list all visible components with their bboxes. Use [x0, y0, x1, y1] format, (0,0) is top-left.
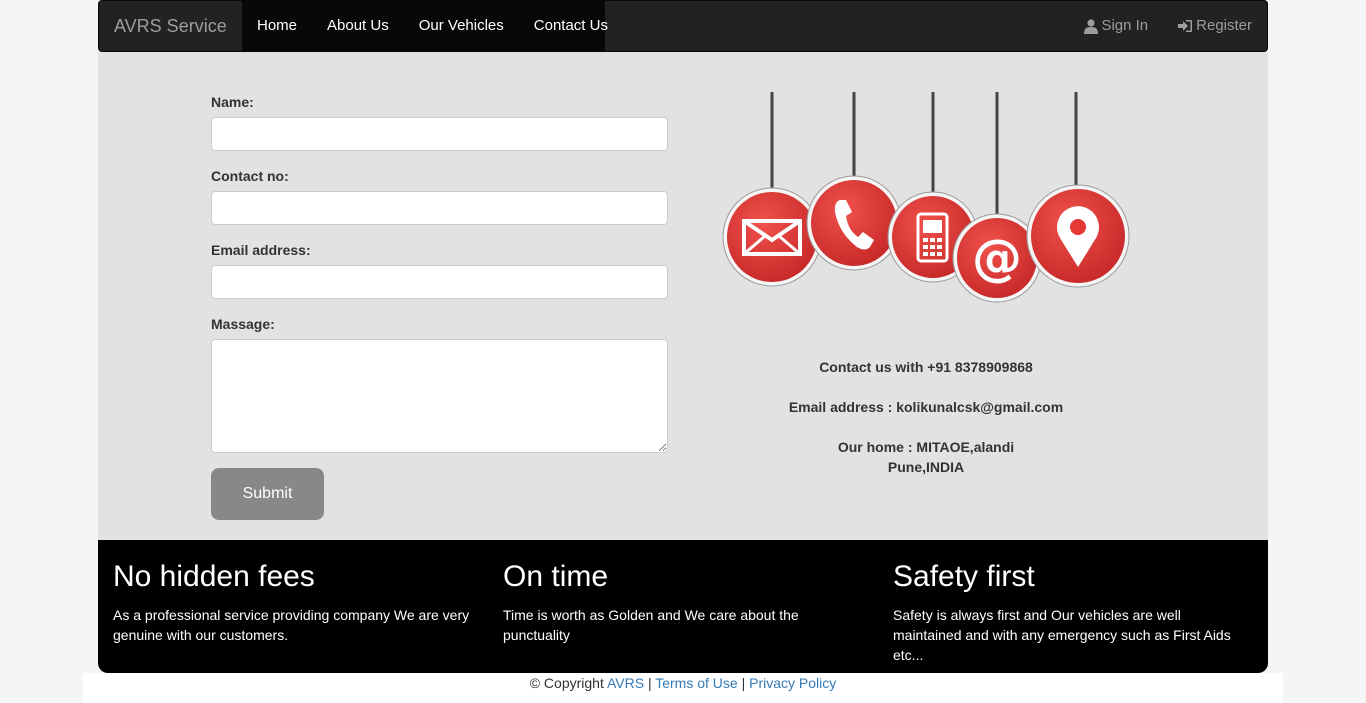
feature-text: As a professional service providing comp…: [113, 607, 470, 643]
envelope-icon: [722, 187, 822, 287]
footer-separator: |: [647, 675, 652, 691]
phone-icon: [806, 175, 902, 271]
sign-in-label: Sign In: [1101, 17, 1149, 34]
contact-phone: Contact us with +91 8378909868: [819, 359, 1033, 375]
contact-home-line-2: Pune,INDIA: [887, 459, 965, 475]
privacy-policy-link[interactable]: Privacy Policy: [749, 675, 836, 691]
brand-logo[interactable]: AVRS Service: [99, 1, 243, 51]
feature-on-time: On time Time is worth as Golden and We c…: [503, 540, 863, 645]
contact-tags-image: @: [722, 92, 1130, 303]
sign-in-link[interactable]: Sign In: [1069, 1, 1163, 51]
register-label: Register: [1196, 17, 1252, 34]
nav-home[interactable]: Home: [242, 1, 312, 51]
navbar: AVRS Service Home About Us Our Vehicles …: [98, 0, 1268, 52]
feature-text: Safety is always first and Our vehicles …: [893, 607, 1231, 663]
nav-our-vehicles[interactable]: Our Vehicles: [404, 1, 519, 51]
terms-of-use-link[interactable]: Terms of Use: [655, 675, 737, 691]
email-input[interactable]: [211, 265, 668, 299]
feature-safety-first: Safety first Safety is always first and …: [893, 540, 1253, 665]
feature-title: Safety first: [893, 560, 1035, 593]
feature-no-hidden-fees: No hidden fees As a professional service…: [113, 540, 473, 645]
name-label: Name:: [211, 94, 254, 110]
svg-text:@: @: [972, 229, 1022, 287]
contact-home-line-1: Our home : MITAOE,alandi: [837, 439, 1015, 455]
log-in-icon: [1178, 20, 1193, 32]
feature-title: No hidden fees: [113, 560, 315, 593]
nav-about-us[interactable]: About Us: [312, 1, 404, 51]
nav-account: Sign In Register: [1069, 1, 1267, 51]
message-label: Massage:: [211, 316, 275, 332]
location-pin-icon: [1026, 184, 1130, 288]
avrs-link[interactable]: AVRS: [607, 675, 644, 691]
user-icon: [1084, 18, 1099, 34]
features-section: No hidden fees As a professional service…: [98, 540, 1268, 673]
email-label: Email address:: [211, 242, 311, 258]
contact-email: Email address : kolikunalcsk@gmail.com: [788, 399, 1064, 415]
submit-button[interactable]: Submit: [211, 468, 324, 520]
contact-no-label: Contact no:: [211, 168, 289, 184]
feature-text: Time is worth as Golden and We care abou…: [503, 607, 799, 643]
nav-links: Home About Us Our Vehicles Contact Us: [242, 1, 608, 51]
register-link[interactable]: Register: [1163, 1, 1267, 51]
nav-contact-us[interactable]: Contact Us: [519, 1, 623, 51]
footer: © Copyright AVRS | Terms of Use | Privac…: [83, 673, 1283, 703]
contact-no-input[interactable]: [211, 191, 668, 225]
contact-section: Name: Contact no: Email address: Massage…: [98, 52, 1268, 540]
copyright-text: © Copyright: [529, 675, 604, 691]
name-input[interactable]: [211, 117, 668, 151]
message-textarea[interactable]: [211, 339, 668, 453]
feature-title: On time: [503, 560, 609, 593]
footer-separator: |: [741, 675, 746, 691]
